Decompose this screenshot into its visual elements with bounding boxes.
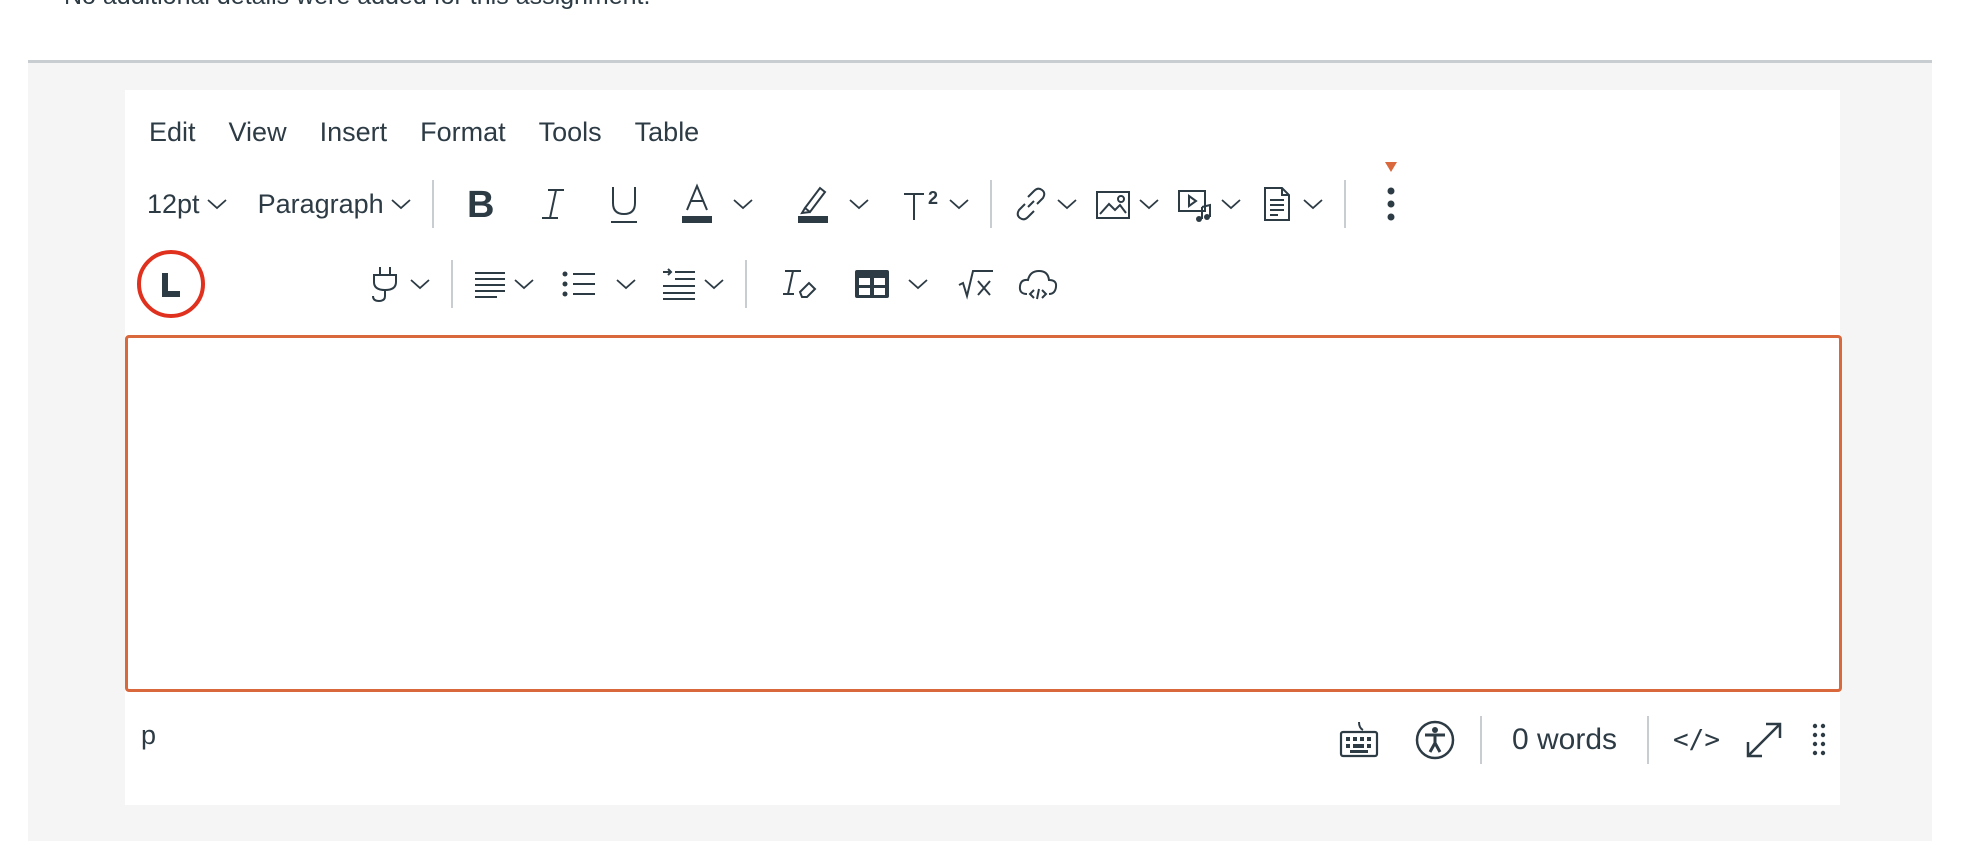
lti-tool-button[interactable] [137, 250, 205, 318]
keyboard-icon [1339, 721, 1379, 758]
menubar: Edit View Insert Format Tools Table [149, 112, 732, 152]
document-button[interactable] [1258, 185, 1324, 223]
superscript-icon: 2 [903, 188, 938, 220]
accessibility-icon [1415, 720, 1455, 760]
highlight-color-button[interactable] [796, 182, 870, 226]
menu-format[interactable]: Format [420, 117, 506, 148]
underline-button[interactable] [608, 183, 640, 225]
indent-button[interactable] [661, 267, 725, 301]
font-size-select[interactable]: 12pt [147, 189, 228, 220]
menu-view[interactable]: View [229, 117, 287, 148]
fullscreen-button[interactable] [1742, 718, 1786, 762]
accessibility-checker-button[interactable] [1414, 719, 1456, 761]
menu-table[interactable]: Table [635, 117, 700, 148]
chevron-down-icon [949, 199, 969, 210]
chevron-down-icon [616, 279, 636, 290]
html-editor-toggle[interactable]: </> [1673, 725, 1720, 755]
chevron-down-icon [908, 279, 928, 290]
equation-icon [958, 270, 993, 300]
toolbar-separator [431, 180, 434, 228]
toolbar-row-2 [137, 250, 1059, 318]
chevron-down-icon [410, 279, 430, 290]
cloud-embed-button[interactable] [1017, 266, 1059, 302]
image-button[interactable] [1094, 185, 1160, 223]
toolbar-separator [745, 260, 747, 308]
menu-edit[interactable]: Edit [149, 117, 196, 148]
statusbar-actions: 0 words </> [1338, 712, 1826, 768]
plugins-button[interactable] [367, 264, 431, 304]
equation-button[interactable] [957, 267, 995, 301]
svg-text:2: 2 [928, 188, 938, 208]
media-button[interactable] [1176, 185, 1242, 223]
text-color-button[interactable] [680, 182, 754, 226]
align-button[interactable] [473, 267, 535, 301]
text-color-icon [681, 183, 712, 223]
lti-logo-icon [162, 273, 180, 297]
chevron-down-icon [1057, 199, 1077, 210]
image-icon [1095, 191, 1130, 219]
fullscreen-icon [1746, 722, 1782, 758]
italic-button[interactable] [538, 184, 568, 224]
block-format-value: Paragraph [257, 188, 384, 219]
word-count: 0 words [1511, 723, 1618, 756]
assignment-details-text: No additional details were added for thi… [64, 0, 650, 11]
indent-icon [663, 268, 695, 300]
underline-icon [610, 187, 637, 223]
chevron-down-icon [1139, 199, 1159, 210]
menu-tools[interactable]: Tools [539, 117, 602, 148]
more-options-button[interactable] [1380, 162, 1402, 224]
highlight-icon [797, 186, 828, 223]
bold-button[interactable]: B [464, 184, 498, 224]
clear-formatting-button[interactable] [781, 266, 817, 302]
bullet-list-icon [562, 271, 595, 297]
chevron-down-icon [733, 199, 753, 210]
bullet-list-button[interactable] [561, 267, 637, 301]
statusbar-separator [1647, 716, 1650, 764]
superscript-button[interactable]: 2 [902, 184, 970, 224]
document-icon [1263, 187, 1290, 221]
element-path[interactable]: p [141, 720, 156, 751]
chevron-down-icon [704, 279, 724, 290]
menu-insert[interactable]: Insert [320, 117, 388, 148]
more-icon [1387, 187, 1395, 221]
link-icon [1016, 187, 1045, 221]
rich-content-editor: Edit View Insert Format Tools Table 12pt… [125, 90, 1842, 805]
font-size-value: 12pt [147, 188, 200, 219]
table-button[interactable] [853, 267, 929, 301]
table-icon [855, 270, 889, 298]
toolbar-row-1: 12pt Paragraph B 2 [147, 162, 1402, 230]
svg-text:B: B [467, 184, 494, 224]
toolbar-separator [1343, 180, 1346, 228]
chevron-down-icon [391, 199, 411, 210]
editor-content-area[interactable] [125, 335, 1842, 692]
toolbar-separator [451, 260, 453, 308]
resize-handle[interactable] [1812, 722, 1826, 758]
html-toggle-label: </> [1673, 725, 1720, 755]
align-icon [475, 272, 505, 298]
chevron-down-icon [206, 199, 227, 210]
cloud-embed-icon [1018, 269, 1058, 300]
block-format-select[interactable]: Paragraph [258, 189, 412, 220]
chevron-down-icon [1221, 199, 1241, 210]
toolbar-separator [989, 180, 992, 228]
plugin-icon [372, 267, 397, 303]
chevron-down-icon [849, 199, 869, 210]
triangle-indicator-icon [1384, 162, 1397, 172]
chevron-down-icon [514, 279, 534, 290]
bold-icon: B [467, 184, 494, 224]
keyboard-shortcuts-button[interactable] [1338, 720, 1380, 760]
statusbar-separator [1479, 716, 1482, 764]
clear-format-icon [783, 270, 817, 298]
media-icon [1177, 190, 1211, 222]
link-button[interactable] [1012, 185, 1078, 223]
italic-icon [541, 189, 564, 219]
statusbar: p 0 words </> [125, 700, 1840, 780]
drag-handle-icon [1812, 723, 1826, 756]
chevron-down-icon [1303, 199, 1323, 210]
